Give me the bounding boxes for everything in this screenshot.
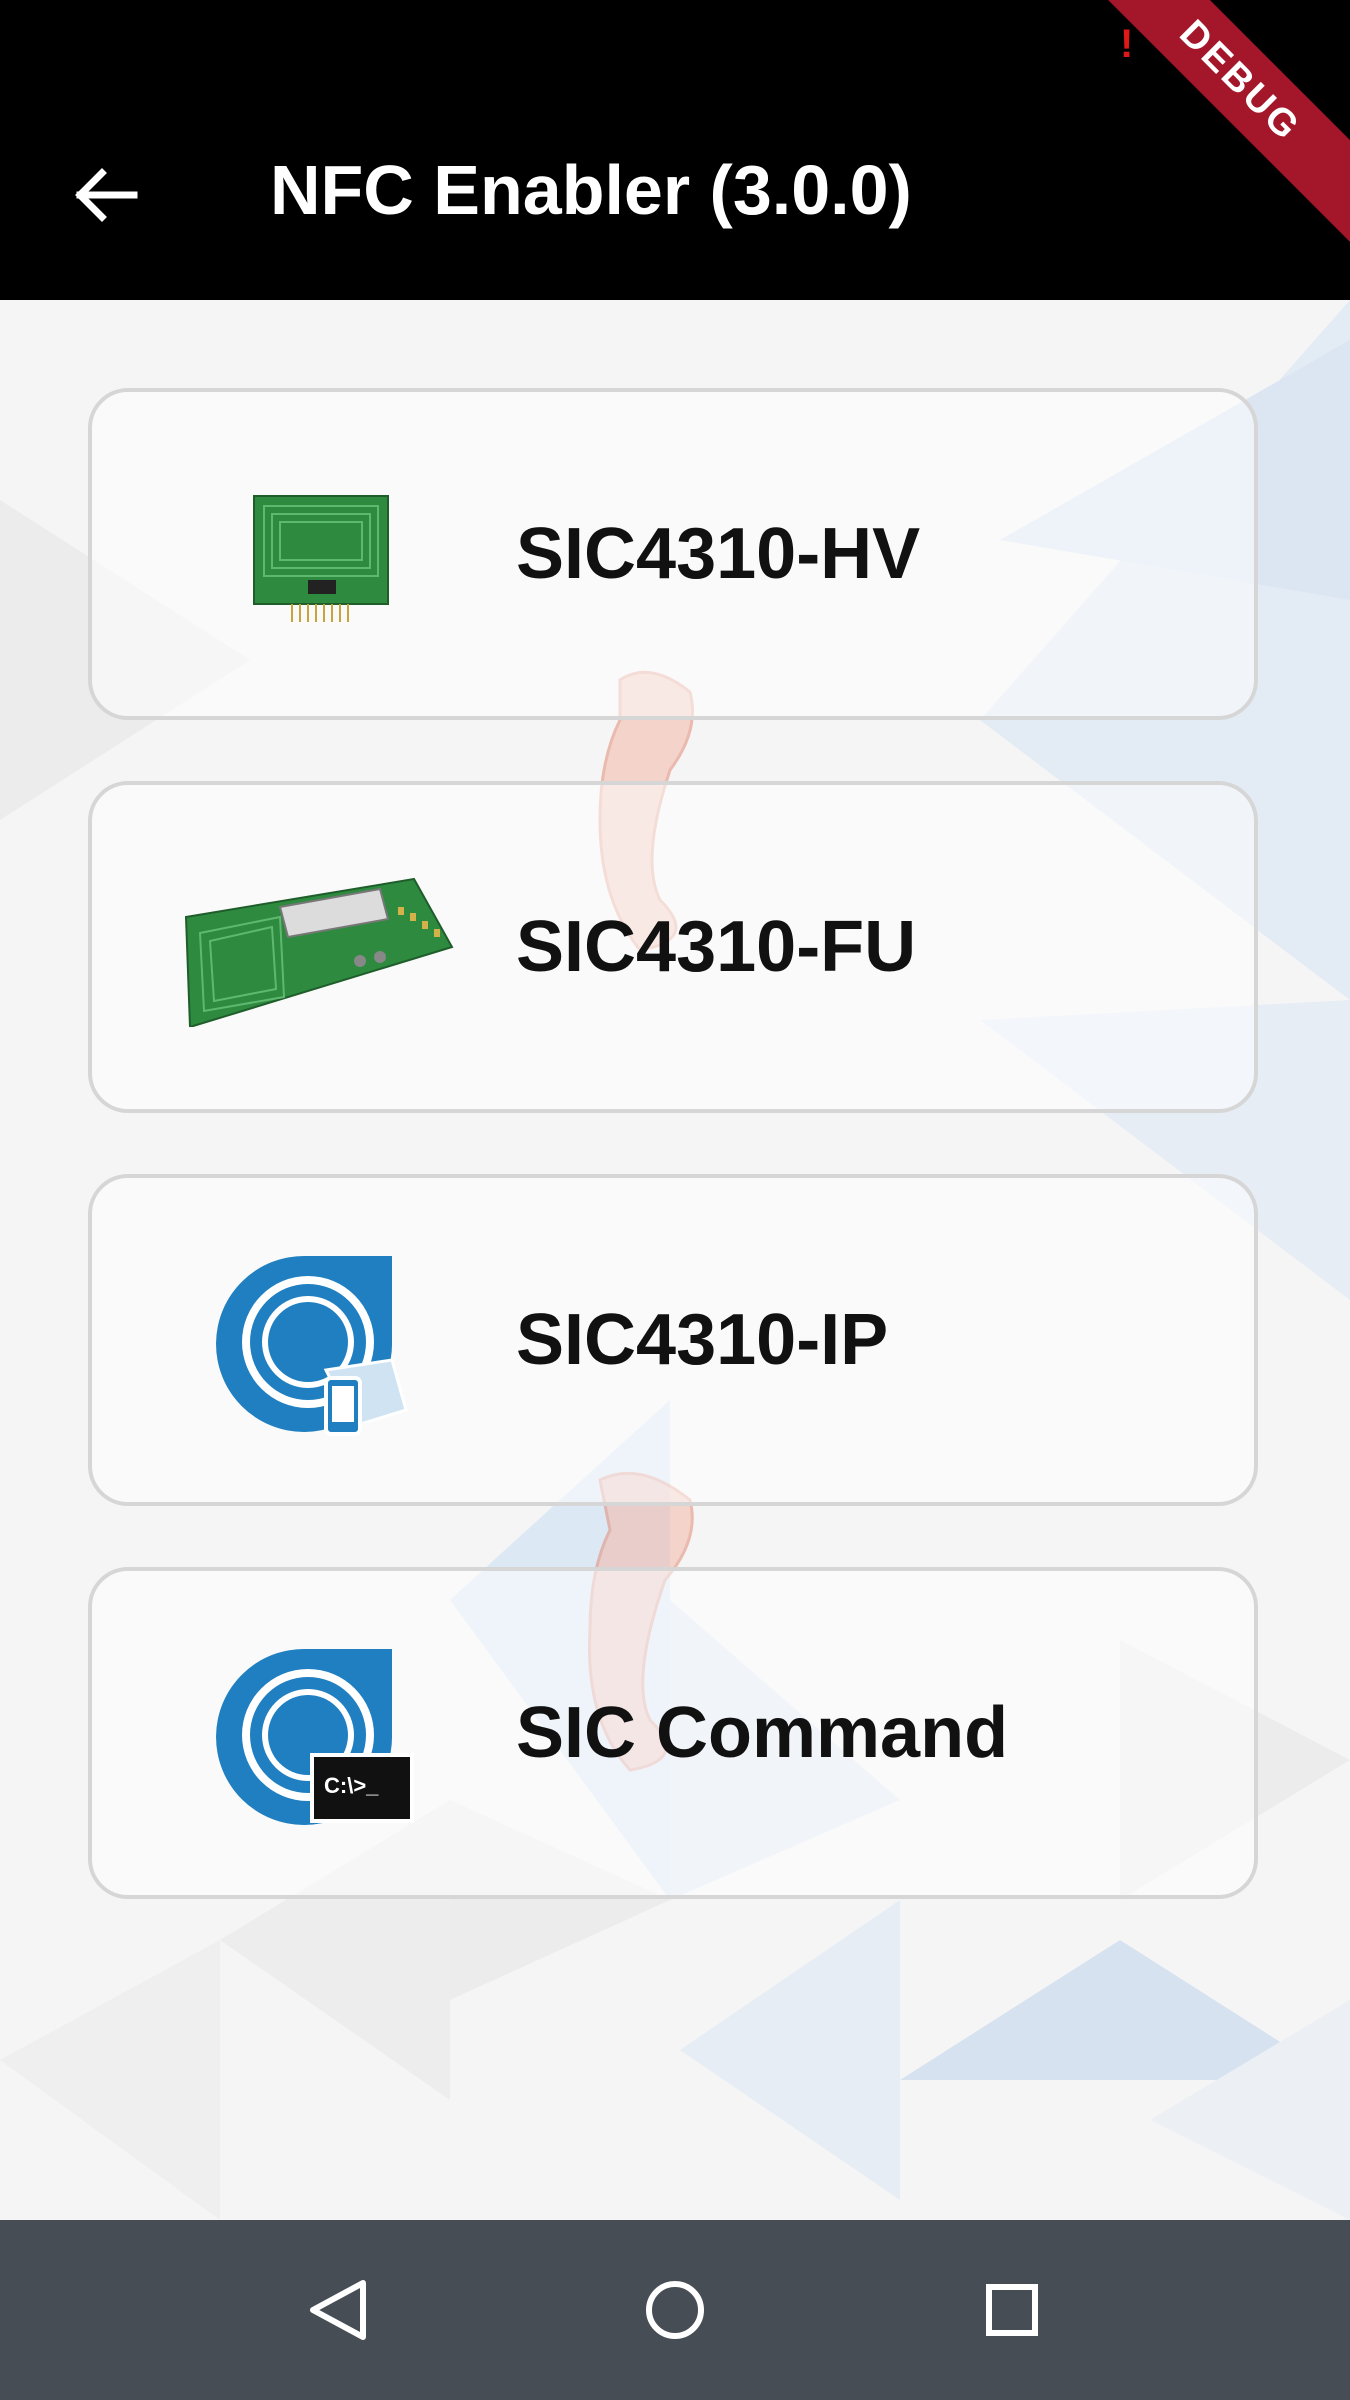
device-card-sic4310-fu[interactable]: SIC4310-FU [88, 781, 1258, 1113]
device-label: SIC4310-HV [516, 514, 921, 594]
pcb-module-icon [184, 877, 454, 1027]
nav-recents-icon [986, 2284, 1038, 2336]
device-label: SIC Command [516, 1693, 1009, 1773]
nav-back-button[interactable] [273, 2250, 403, 2370]
back-button[interactable] [60, 140, 150, 250]
device-label: SIC4310-FU [516, 907, 917, 987]
nav-home-button[interactable] [610, 2250, 740, 2370]
page-title: NFC Enabler (3.0.0) [270, 151, 912, 229]
device-label: SIC4310-IP [516, 1300, 889, 1380]
status-alert-icon: ! [1120, 22, 1134, 66]
device-card-sic4310-ip[interactable]: SIC4310-IP [88, 1174, 1258, 1506]
nav-home-icon [646, 2281, 704, 2339]
arrow-back-icon [75, 168, 138, 222]
nav-recents-button[interactable] [947, 2250, 1077, 2370]
device-card-sic4310-hv[interactable]: SIC4310-HV [88, 388, 1258, 720]
pcb-board-icon [253, 495, 389, 622]
device-card-sic-command[interactable]: C:\>_ SIC Command [88, 1567, 1258, 1899]
nfc-phone-icon [216, 1255, 408, 1436]
nav-back-icon [310, 2280, 366, 2340]
nfc-terminal-icon: C:\>_ [216, 1648, 414, 1825]
terminal-prompt: C:\>_ [324, 1773, 379, 1798]
